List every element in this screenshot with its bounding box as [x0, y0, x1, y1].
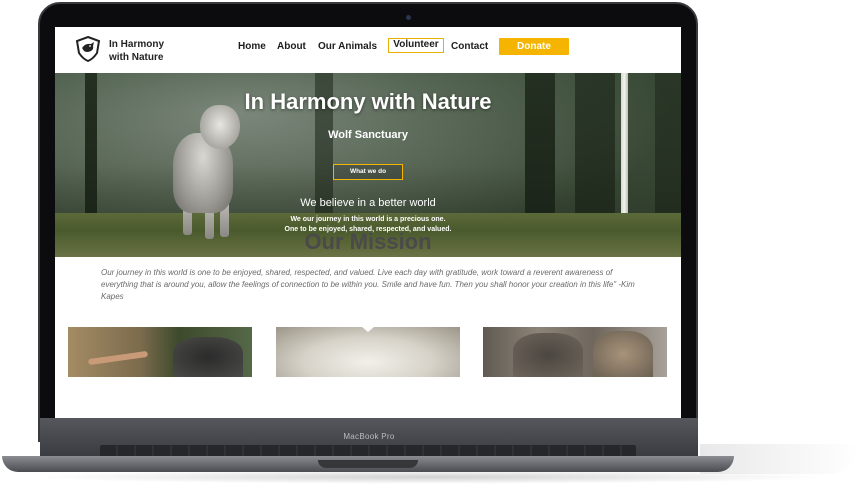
logo-line-1: In Harmony — [109, 39, 165, 50]
nav-volunteer-link[interactable]: Volunteer — [388, 38, 444, 53]
carousel-marker-icon — [362, 327, 374, 332]
journey-line-1: We our journey in this world is a precio… — [290, 216, 446, 223]
animal-card-image[interactable] — [276, 327, 460, 377]
donate-button[interactable]: Donate — [499, 38, 569, 55]
device-label: MacBook Pro — [343, 432, 395, 441]
hero-believe-text: We believe in a better world — [300, 197, 436, 209]
site-navbar: In Harmony with Nature Home About Our An… — [55, 27, 681, 73]
browser-viewport: In Harmony with Nature Home About Our An… — [55, 27, 681, 418]
camera-icon — [406, 15, 411, 20]
nav-our-animals-link[interactable]: Our Animals — [318, 41, 377, 52]
mission-quote: Our journey in this world is one to be e… — [101, 268, 635, 301]
hand-image — [87, 350, 149, 366]
hero-title: In Harmony with Nature — [244, 89, 492, 114]
nav-home-link[interactable]: Home — [238, 41, 266, 52]
mission-heading: Our Mission — [304, 229, 432, 254]
animal-card-image[interactable] — [483, 327, 667, 377]
what-we-do-button[interactable]: What we do — [333, 164, 403, 180]
nav-about-link[interactable]: About — [277, 41, 306, 52]
animal-card-image[interactable] — [68, 327, 252, 377]
wolf-image — [593, 331, 653, 377]
site-logo-text[interactable]: In Harmony with Nature — [109, 38, 164, 64]
trackpad-notch — [318, 460, 418, 468]
hero-subtitle: Wolf Sanctuary — [328, 129, 408, 141]
wolf-image — [513, 333, 583, 377]
nav-contact-link[interactable]: Contact — [451, 41, 488, 52]
wolf-image — [173, 337, 243, 377]
logo-line-2: with Nature — [109, 52, 164, 63]
wolf-shield-icon[interactable] — [75, 36, 101, 62]
